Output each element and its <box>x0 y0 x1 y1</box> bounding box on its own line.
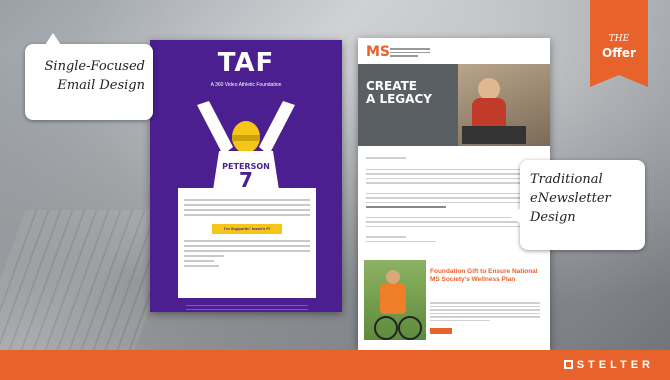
single-focused-email-preview: TAF A 360 Video Athletic Foundation PETE… <box>150 40 342 312</box>
stelter-mark-icon <box>563 360 573 369</box>
ms-logo-wordmark <box>390 46 430 59</box>
callout-right-line2: eNewsletter <box>530 191 611 206</box>
hero-title: CREATE A LEGACY <box>366 79 432 106</box>
feature-title: Foundation Gift to Ensure National MS So… <box>430 268 538 283</box>
taf-logo: TAF <box>217 48 275 78</box>
offer-ribbon-tag: THE Offer <box>590 0 648 87</box>
email-footer <box>178 302 316 313</box>
support-cta-button[interactable]: I'm Supportin' Issan's Fi <box>212 224 282 234</box>
callout-right-line3: Design <box>530 210 576 225</box>
email-body: I'm Supportin' Issan's Fi <box>178 188 316 298</box>
callout-left-line1: Single-Focused <box>44 59 145 74</box>
newsletter-intro-text <box>366 154 542 245</box>
presentation-slide: TAF A 360 Video Athletic Foundation PETE… <box>0 0 670 380</box>
svg-text:7: 7 <box>239 168 253 190</box>
taf-subtitle: A 360 Video Athletic Foundation <box>210 82 282 88</box>
read-more-button[interactable] <box>430 328 452 334</box>
ms-logo: MS <box>366 44 391 60</box>
hero-banner: CREATE A LEGACY <box>358 64 550 146</box>
callout-traditional: Traditional eNewsletter Design <box>509 160 645 250</box>
football-player-image: PETERSON 7 <box>185 95 307 190</box>
callout-single-focused: Single-Focused Email Design <box>25 33 153 120</box>
offer-tag-pre: THE <box>608 34 630 44</box>
hero-photo <box>458 64 550 146</box>
offer-tag-main: Offer <box>602 46 636 60</box>
stelter-logo: STELTER <box>563 359 654 371</box>
callout-left-line2: Email Design <box>57 78 145 93</box>
callout-right-line1: Traditional <box>530 172 603 187</box>
feature-article: Foundation Gift to Ensure National MS So… <box>364 260 544 342</box>
footer-bar: STELTER <box>0 350 670 380</box>
cyclist-photo <box>364 260 426 340</box>
feature-body <box>430 300 540 323</box>
